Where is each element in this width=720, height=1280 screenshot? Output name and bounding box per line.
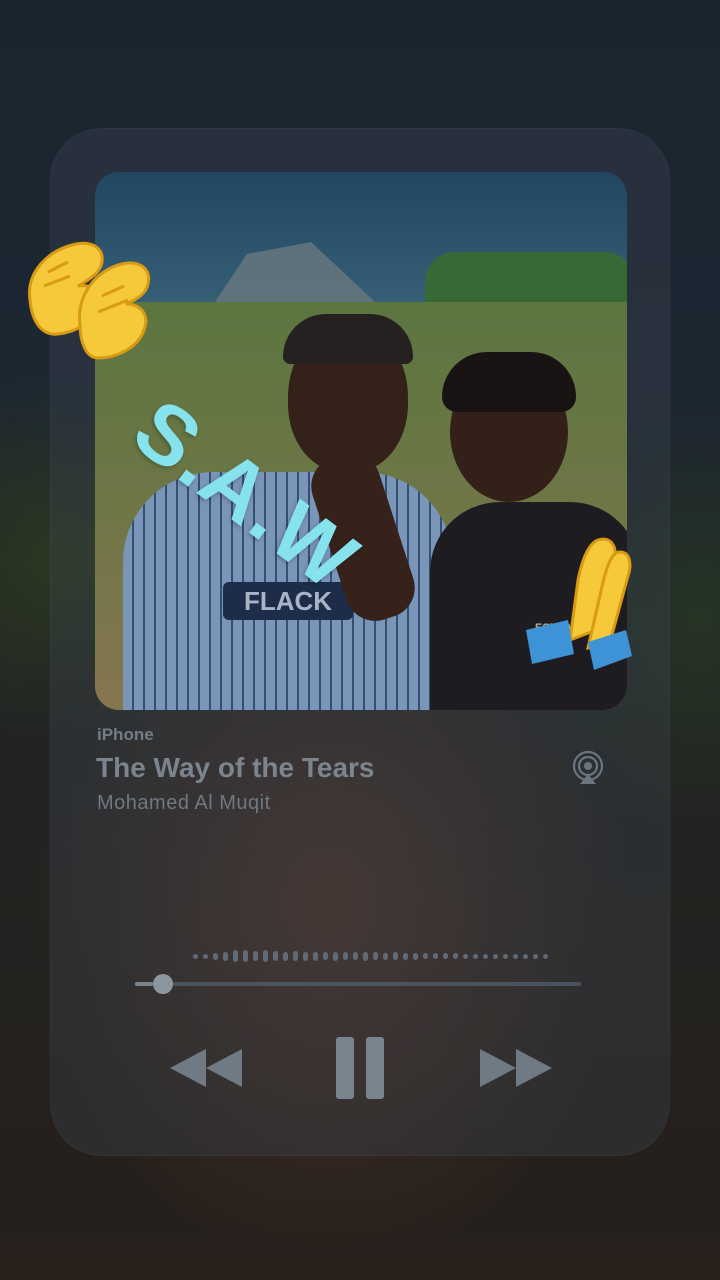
fast-forward-icon — [480, 1049, 552, 1087]
wave-bar — [513, 953, 518, 959]
rewind-button[interactable] — [168, 1045, 244, 1091]
wave-bar — [383, 952, 388, 960]
wave-bar — [393, 952, 398, 960]
wave-bar — [253, 951, 258, 961]
praying-hands-icon — [526, 537, 632, 670]
artist-name[interactable]: Mohamed Al Muqit — [97, 792, 271, 815]
song-title[interactable]: The Way of the Tears — [96, 752, 375, 784]
wave-bar — [503, 953, 508, 959]
wave-bar — [363, 951, 368, 961]
wave-bar — [313, 951, 318, 961]
wave-bar — [243, 950, 248, 962]
wave-bar — [193, 953, 198, 959]
airplay-icon[interactable] — [570, 750, 606, 786]
wave-bar — [403, 952, 408, 960]
person-left-cap — [283, 314, 413, 364]
wave-bar — [343, 952, 348, 960]
wave-bar — [423, 953, 428, 959]
progress-fill — [135, 982, 153, 986]
wave-bar — [263, 950, 268, 962]
wave-bar — [353, 952, 358, 960]
progress-scrubber[interactable] — [153, 974, 173, 994]
wave-bar — [493, 953, 498, 959]
wave-bar — [373, 952, 378, 960]
wave-bar — [293, 951, 298, 961]
wave-bar — [273, 951, 278, 961]
wave-bar — [233, 950, 238, 962]
wave-bar — [443, 953, 448, 959]
wave-bar — [413, 952, 418, 960]
pause-icon — [336, 1037, 384, 1099]
wave-bar — [223, 951, 228, 961]
rewind-icon — [170, 1049, 242, 1087]
wave-bar — [333, 951, 338, 961]
playback-source: iPhone — [97, 725, 154, 744]
wave-bar — [483, 953, 488, 959]
wave-bar — [433, 953, 438, 959]
wave-bar — [533, 953, 538, 959]
wave-bar — [453, 953, 458, 959]
progress-track[interactable] — [135, 982, 581, 986]
person-right-hair — [442, 352, 576, 412]
wave-bar — [213, 952, 218, 960]
clapping-hands-icon — [28, 241, 151, 360]
wave-bar — [203, 953, 208, 959]
wave-bar — [323, 952, 328, 960]
wave-bar — [523, 953, 528, 959]
wave-bar — [463, 953, 468, 959]
wave-bar — [543, 953, 548, 959]
pause-button[interactable] — [332, 1035, 388, 1101]
artwork-trees — [425, 252, 627, 302]
wave-bar — [303, 951, 308, 961]
wave-bar — [473, 953, 478, 959]
waveform — [193, 948, 553, 964]
wave-bar — [283, 951, 288, 961]
fast-forward-button[interactable] — [478, 1045, 554, 1091]
